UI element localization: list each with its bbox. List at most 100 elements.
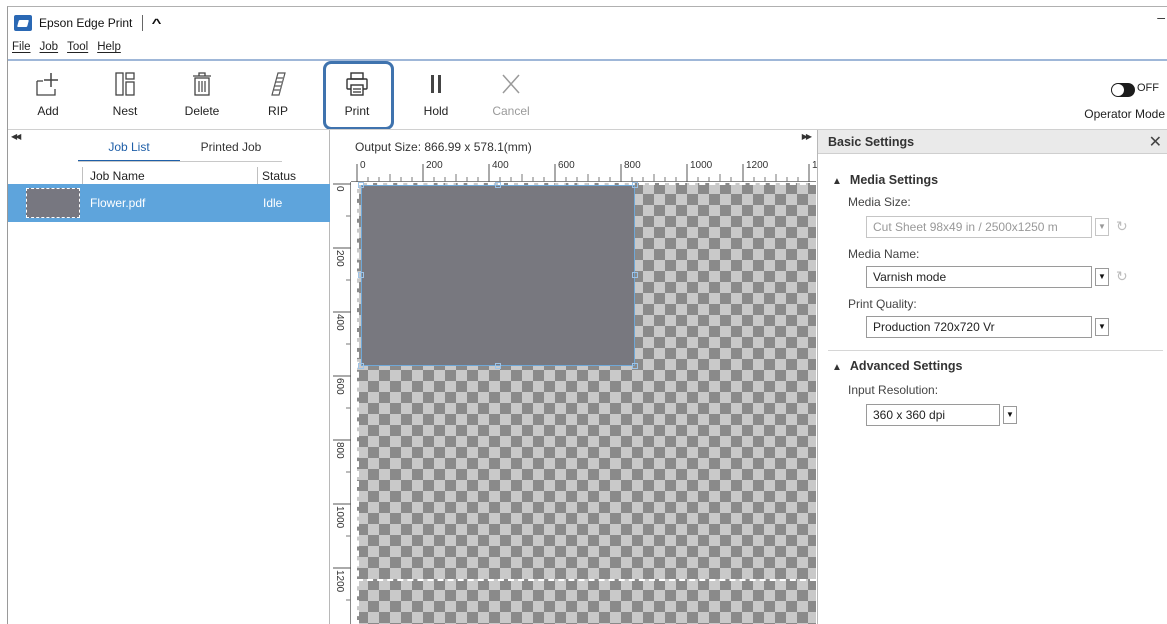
output-size: Output Size: 866.99 x 578.1(mm) (355, 140, 532, 154)
operator-mode-toggle[interactable] (1111, 83, 1135, 97)
ruler-top-label: 600 (558, 160, 575, 171)
advanced-settings-header[interactable]: ▲ Advanced Settings (832, 359, 962, 373)
chevron-down-icon[interactable]: ▼ (1095, 268, 1109, 286)
cancel-button[interactable]: Cancel (484, 69, 538, 127)
ruler-top: 0 200 400 600 800 1000 1200 14 (351, 160, 823, 182)
job-name: Flower.pdf (90, 196, 146, 210)
ruler-left-label: 600 (334, 378, 345, 395)
nest-button[interactable]: Nest (98, 69, 152, 127)
epson-app-icon (14, 15, 32, 31)
refresh-icon[interactable]: ↻ (1116, 218, 1128, 235)
resize-handle[interactable] (632, 272, 638, 278)
add-job-icon (32, 69, 64, 99)
tab-job-list[interactable]: Job List (78, 140, 180, 162)
menu-bar: File Job Tool Help (12, 41, 121, 59)
nest-icon (109, 69, 141, 99)
ruler-left-label: 0 (334, 186, 345, 192)
job-image[interactable] (361, 185, 635, 366)
menu-job[interactable]: Job (40, 41, 59, 59)
resize-handle[interactable] (495, 363, 501, 369)
print-quality-select[interactable]: Production 720x720 Vr (866, 316, 1092, 338)
ruler-left: 0 200 400 600 800 1000 1200 (331, 182, 351, 624)
minimize-button[interactable]: – (1157, 9, 1165, 25)
column-job-name[interactable]: Job Name (90, 169, 145, 183)
settings-header: Basic Settings ✕ (818, 130, 1167, 154)
ruler-top-label: 0 (360, 160, 366, 171)
layout-canvas: Output Size: 866.99 x 578.1(mm) ▶▶ 0 200… (331, 130, 823, 624)
media-size-select[interactable]: Cut Sheet 98x49 in / 2500x1250 m (866, 216, 1092, 238)
input-resolution-select[interactable]: 360 x 360 dpi (866, 404, 1000, 426)
rip-button[interactable]: RIP (251, 69, 305, 127)
trash-icon (186, 69, 218, 99)
chevron-down-icon[interactable]: ▼ (1095, 318, 1109, 336)
hold-button[interactable]: Hold (409, 69, 463, 127)
ruler-left-label: 1000 (334, 506, 345, 529)
close-x-icon (495, 69, 527, 99)
resize-handle[interactable] (358, 363, 364, 369)
ruler-left-label: 1200 (334, 570, 345, 593)
resize-handle[interactable] (632, 363, 638, 369)
menu-tool[interactable]: Tool (67, 41, 88, 59)
hold-label: Hold (423, 104, 449, 118)
menu-file[interactable]: File (12, 41, 31, 59)
print-highlight-frame (323, 61, 394, 130)
rip-label: RIP (267, 104, 288, 118)
add-label: Add (37, 104, 59, 118)
chevron-up-icon[interactable]: ^ (152, 16, 162, 30)
job-panel: ◀◀ Job List Printed Job Job Name Status … (8, 130, 330, 624)
ruler-top-label: 200 (426, 160, 443, 171)
job-status: Idle (263, 196, 283, 210)
ruler-top-label: 1000 (690, 160, 713, 171)
collapse-right-icon[interactable]: ▶▶ (802, 132, 812, 141)
resize-handle[interactable] (495, 182, 501, 188)
menu-help[interactable]: Help (97, 41, 121, 59)
title-divider (142, 15, 144, 31)
settings-title: Basic Settings (828, 135, 915, 149)
ruler-left-label: 800 (334, 442, 345, 459)
refresh-icon[interactable]: ↻ (1116, 268, 1128, 285)
ruler-top-label: 400 (492, 160, 509, 171)
media-settings-header[interactable]: ▲ Media Settings (832, 173, 938, 187)
ruler-left-label: 200 (334, 250, 345, 267)
add-button[interactable]: Add (21, 69, 75, 127)
job-tabs: Job List Printed Job (78, 140, 282, 162)
chevron-down-icon[interactable]: ▼ (1003, 406, 1017, 424)
cancel-label: Cancel (492, 104, 530, 118)
title-bar: Epson Edge Print ^ – (8, 7, 1167, 39)
ruler-top-label: 1200 (746, 160, 769, 171)
toolbar: Add Nest Delete RIP Print Hold Cancel OF… (8, 59, 1167, 130)
chevron-down-icon[interactable]: ▼ (1095, 218, 1109, 236)
caret-up-icon: ▲ (832, 176, 842, 187)
pause-icon (420, 69, 452, 99)
delete-label: Delete (184, 104, 220, 118)
print-quality-label: Print Quality: (848, 297, 917, 311)
ruler-top-label: 800 (624, 160, 641, 171)
rip-icon (262, 69, 294, 99)
tab-printed-job[interactable]: Printed Job (180, 140, 282, 162)
media-size-label: Media Size: (848, 195, 911, 209)
column-divider (257, 167, 258, 184)
resize-handle[interactable] (632, 182, 638, 188)
resize-handle[interactable] (358, 182, 364, 188)
ruler-left-label: 400 (334, 314, 345, 331)
media-boundary-left (357, 183, 359, 624)
column-status[interactable]: Status (262, 169, 296, 183)
operator-toggle-state: OFF (1137, 82, 1159, 94)
close-icon[interactable]: ✕ (1149, 132, 1162, 152)
job-row[interactable]: Flower.pdf Idle (8, 184, 330, 222)
main-content: ◀◀ Job List Printed Job Job Name Status … (8, 129, 1167, 624)
job-thumbnail (26, 188, 80, 218)
operator-mode-label: Operator Mode (1084, 107, 1165, 121)
resize-handle[interactable] (358, 272, 364, 278)
collapse-left-icon[interactable]: ◀◀ (11, 132, 21, 141)
caret-up-icon: ▲ (832, 362, 842, 373)
app-window: Epson Edge Print ^ – File Job Tool Help … (7, 6, 1167, 624)
settings-panel: Basic Settings ✕ ▲ Media Settings Media S… (817, 130, 1167, 624)
delete-button[interactable]: Delete (175, 69, 229, 127)
nest-label: Nest (112, 104, 138, 118)
advanced-settings-title: Advanced Settings (849, 359, 963, 373)
tab-underline (78, 161, 282, 162)
job-list-header: Job Name Status (8, 167, 330, 184)
column-divider (82, 167, 83, 184)
media-name-select[interactable]: Varnish mode (866, 266, 1092, 288)
